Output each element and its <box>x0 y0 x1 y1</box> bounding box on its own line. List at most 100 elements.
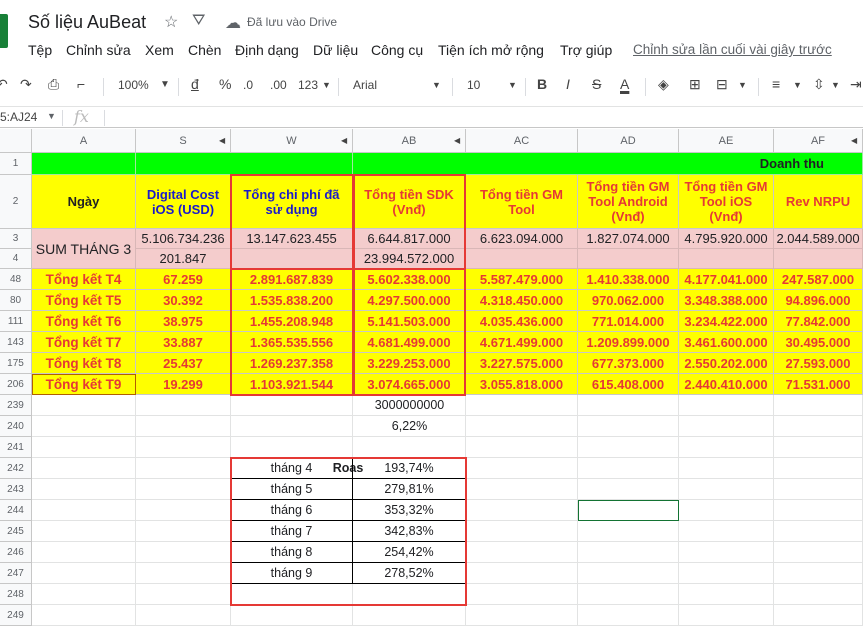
sum-cell-ab3[interactable]: 6.644.817.000 <box>353 229 466 249</box>
grid-cell[interactable] <box>578 605 679 626</box>
grid-cell[interactable] <box>466 458 578 479</box>
header-gm-total[interactable]: Tổng tiền GM Tool <box>466 175 578 229</box>
summary-value-af[interactable]: 247.587.000 <box>774 269 863 290</box>
summary-value-af[interactable]: 77.842.000 <box>774 311 863 332</box>
grid-cell[interactable] <box>466 542 578 563</box>
row-header-206[interactable]: 206 <box>0 374 32 395</box>
grid-cell[interactable] <box>774 584 863 605</box>
grid-cell[interactable] <box>32 521 136 542</box>
bold-icon[interactable]: B <box>537 76 547 92</box>
grid-cell[interactable] <box>774 521 863 542</box>
roas-value[interactable]: 278,52% <box>353 563 466 584</box>
align-horizontal-icon[interactable]: ≡ <box>772 76 780 92</box>
grid-cell[interactable] <box>353 605 466 626</box>
grid-cell[interactable] <box>136 458 231 479</box>
row-header-143[interactable]: 143 <box>0 332 32 353</box>
grid-cell[interactable] <box>231 584 353 605</box>
grid-cell[interactable] <box>353 584 466 605</box>
column-header-ad[interactable]: AD <box>578 129 679 153</box>
grid-cell[interactable] <box>679 605 774 626</box>
grid-cell[interactable] <box>679 395 774 416</box>
increase-decimal-button[interactable]: .00 <box>270 78 287 92</box>
grid-cell[interactable] <box>679 479 774 500</box>
column-header-ae[interactable]: AE <box>679 129 774 153</box>
summary-value-ae[interactable]: 4.177.041.000 <box>679 269 774 290</box>
grid-cell[interactable] <box>578 479 679 500</box>
summary-value-w[interactable]: 1.535.838.200 <box>231 290 353 311</box>
summary-label[interactable]: Tổng kết T6 <box>32 311 136 332</box>
grid-cell[interactable] <box>466 521 578 542</box>
grid-cell[interactable] <box>32 395 136 416</box>
grid-cell[interactable] <box>679 584 774 605</box>
fill-color-icon[interactable]: ◈ <box>658 76 669 93</box>
grid-cell[interactable] <box>578 563 679 584</box>
grid-cell[interactable] <box>679 458 774 479</box>
grid-cell[interactable] <box>466 416 578 437</box>
roas-value[interactable]: 254,42% <box>353 542 466 563</box>
summary-value-w[interactable]: 1.455.208.948 <box>231 311 353 332</box>
grid-cell[interactable] <box>578 458 679 479</box>
summary-value-s[interactable]: 67.259 <box>136 269 231 290</box>
menu-help[interactable]: Trợ giúp <box>560 42 612 58</box>
summary-value-af[interactable]: 71.531.000 <box>774 374 863 395</box>
sum-cell-w3[interactable]: 13.147.623.455 <box>231 229 353 249</box>
row-header-244[interactable]: 244 <box>0 500 32 521</box>
grid-cell[interactable] <box>466 563 578 584</box>
text-color-icon[interactable]: A <box>620 76 629 92</box>
summary-value-af[interactable]: 94.896.000 <box>774 290 863 311</box>
summary-value-w[interactable]: 1.269.237.358 <box>231 353 353 374</box>
row-header-239[interactable]: 239 <box>0 395 32 416</box>
chevron-down-icon[interactable]: ▼ <box>793 80 802 90</box>
summary-value-ab[interactable]: 4.297.500.000 <box>353 290 466 311</box>
grid-cell[interactable] <box>774 542 863 563</box>
strikethrough-icon[interactable]: S <box>592 76 601 92</box>
summary-value-ab[interactable]: 3.074.665.000 <box>353 374 466 395</box>
row-header-245[interactable]: 245 <box>0 521 32 542</box>
grid-cell[interactable] <box>774 479 863 500</box>
grid-cell[interactable] <box>679 521 774 542</box>
move-to-drive-icon[interactable]: ⛛ <box>192 12 205 30</box>
grid-cell[interactable] <box>32 500 136 521</box>
row-header-3[interactable]: 3 <box>0 229 32 249</box>
grid-cell[interactable] <box>578 500 679 521</box>
summary-value-w[interactable]: 1.365.535.556 <box>231 332 353 353</box>
grid-cell[interactable] <box>774 605 863 626</box>
summary-value-ac[interactable]: 4.035.436.000 <box>466 311 578 332</box>
last-edit-link[interactable]: Chỉnh sửa lần cuối vài giây trước <box>633 42 832 57</box>
grid-cell[interactable] <box>466 479 578 500</box>
grid-cell[interactable] <box>774 500 863 521</box>
summary-value-ac[interactable]: 5.587.479.000 <box>466 269 578 290</box>
grid-cell[interactable] <box>32 605 136 626</box>
column-header-w[interactable]: W <box>231 129 353 153</box>
chevron-down-icon[interactable]: ▼ <box>738 80 747 90</box>
summary-value-ab[interactable]: 4.681.499.000 <box>353 332 466 353</box>
grid-cell[interactable] <box>32 479 136 500</box>
merge-cells-icon[interactable]: ⊟ <box>716 76 728 93</box>
sum-cell-ac4[interactable] <box>466 249 578 269</box>
sum-cell-w4[interactable] <box>231 249 353 269</box>
menu-data[interactable]: Dữ liệu <box>313 42 358 58</box>
row-header-4[interactable]: 4 <box>0 249 32 269</box>
grid-cell[interactable] <box>679 563 774 584</box>
column-collapse-icon[interactable]: ◀ <box>454 136 464 146</box>
sum-cell-af4[interactable] <box>774 249 863 269</box>
row-header-175[interactable]: 175 <box>0 353 32 374</box>
chevron-down-icon[interactable]: ▼ <box>508 80 517 90</box>
row-header-80[interactable]: 80 <box>0 290 32 311</box>
grid-cell[interactable] <box>578 437 679 458</box>
grid-cell[interactable] <box>32 542 136 563</box>
grid-cell[interactable] <box>231 605 353 626</box>
star-icon[interactable]: ☆ <box>164 12 178 32</box>
grid-cell[interactable] <box>679 542 774 563</box>
grid-cell[interactable] <box>32 416 136 437</box>
text-wrap-icon[interactable]: ⇥ <box>850 76 862 93</box>
row-header-48[interactable]: 48 <box>0 269 32 290</box>
chevron-down-icon[interactable]: ▼ <box>322 80 331 90</box>
grid-cell[interactable] <box>32 563 136 584</box>
roas-value[interactable]: 353,32% <box>353 500 466 521</box>
grid-cell[interactable] <box>136 395 231 416</box>
decrease-decimal-button[interactable]: .0 <box>243 78 253 92</box>
header-gm-ios[interactable]: Tổng tiền GM Tool iOS (Vnđ) <box>679 175 774 229</box>
grid-cell[interactable] <box>136 500 231 521</box>
grid-cell[interactable] <box>774 563 863 584</box>
